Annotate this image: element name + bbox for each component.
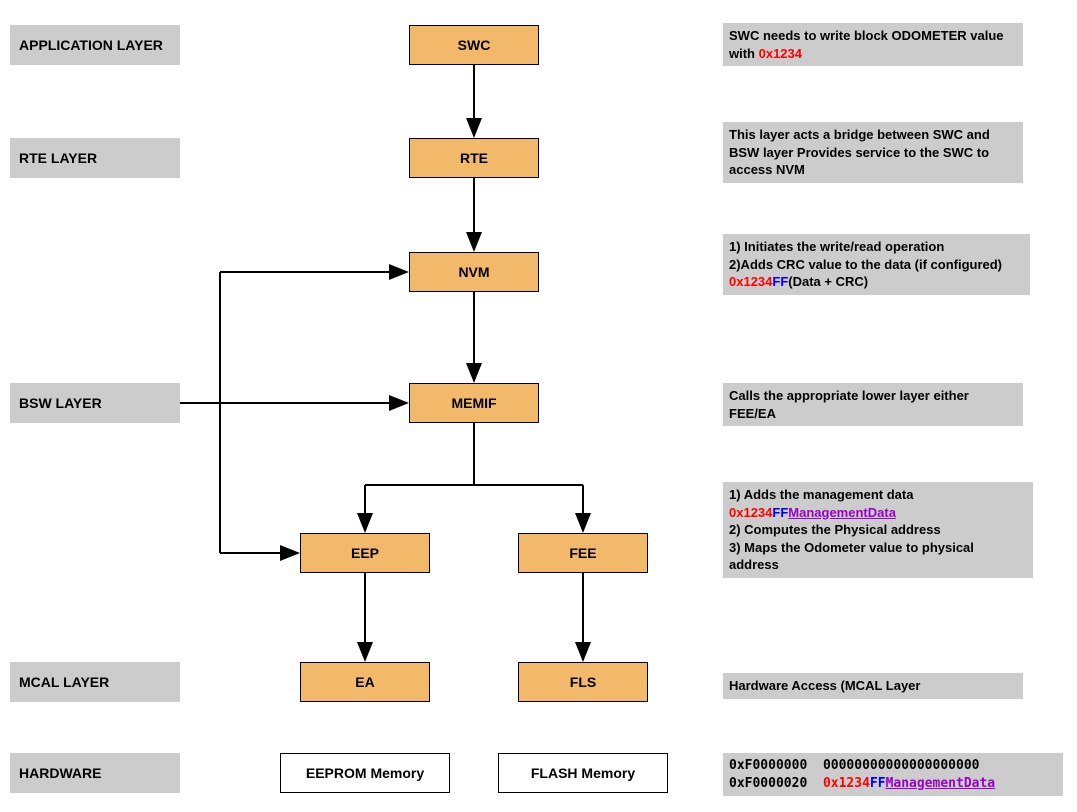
- note-nvm-b: 2)Adds CRC value to the data (if configu…: [729, 257, 1002, 272]
- note-swc: SWC needs to write block ODOMETER value …: [723, 23, 1023, 66]
- note-fee-c: 3) Maps the Odometer value to physical a…: [729, 540, 974, 573]
- layer-mcal-text: MCAL LAYER: [19, 674, 109, 690]
- block-fls: FLS: [518, 662, 648, 702]
- note-hw-hex: 0x1234: [823, 776, 870, 791]
- layer-mcal: MCAL LAYER: [10, 662, 180, 702]
- note-rte-text: This layer acts a bridge between SWC and…: [729, 127, 990, 177]
- layer-rte: RTE LAYER: [10, 138, 180, 178]
- block-eeprom: EEPROM Memory: [280, 753, 450, 793]
- note-fee-ff: FF: [772, 505, 788, 520]
- block-rte-text: RTE: [460, 150, 488, 166]
- note-nvm-a: 1) Initiates the write/read operation: [729, 239, 944, 254]
- block-fls-text: FLS: [570, 674, 596, 690]
- block-nvm-text: NVM: [458, 264, 489, 280]
- note-fee-b: 2) Computes the Physical address: [729, 522, 941, 537]
- block-fee: FEE: [518, 533, 648, 573]
- note-hw-mgmt: ManagementData: [886, 776, 996, 791]
- note-nvm-hex: 0x1234: [729, 274, 772, 289]
- block-swc-text: SWC: [458, 37, 491, 53]
- block-swc: SWC: [409, 25, 539, 65]
- block-memif: MEMIF: [409, 383, 539, 423]
- note-memif: Calls the appropriate lower layer either…: [723, 383, 1023, 426]
- block-eeprom-text: EEPROM Memory: [306, 765, 424, 781]
- block-eep-text: EEP: [351, 545, 379, 561]
- layer-hardware-text: HARDWARE: [19, 765, 101, 781]
- block-fee-text: FEE: [569, 545, 596, 561]
- layer-hardware: HARDWARE: [10, 753, 180, 793]
- block-rte: RTE: [409, 138, 539, 178]
- note-rte: This layer acts a bridge between SWC and…: [723, 122, 1023, 183]
- note-fee-a: 1) Adds the management data: [729, 487, 913, 502]
- note-nvm-c: (Data + CRC): [788, 274, 868, 289]
- block-flash-text: FLASH Memory: [531, 765, 635, 781]
- block-eep: EEP: [300, 533, 430, 573]
- layer-rte-text: RTE LAYER: [19, 150, 97, 166]
- note-hw-addr1: 0xF0000000: [729, 758, 807, 773]
- note-mcal-text: Hardware Access (MCAL Layer: [729, 678, 920, 693]
- note-hw-addr2: 0xF0000020: [729, 776, 807, 791]
- note-hw-zeros: 00000000000000000000: [823, 758, 980, 773]
- block-ea: EA: [300, 662, 430, 702]
- layer-bsw-text: BSW LAYER: [19, 395, 102, 411]
- block-memif-text: MEMIF: [451, 395, 496, 411]
- note-nvm-ff: FF: [772, 274, 788, 289]
- note-nvm: 1) Initiates the write/read operation 2)…: [723, 234, 1030, 295]
- block-ea-text: EA: [355, 674, 374, 690]
- note-hardware: 0xF0000000 00000000000000000000 0xF00000…: [723, 753, 1063, 796]
- note-hw-ff: FF: [870, 776, 886, 791]
- layer-application-text: APPLICATION LAYER: [19, 37, 163, 53]
- note-fee-mgmt: ManagementData: [788, 505, 896, 520]
- note-swc-hex: 0x1234: [759, 46, 802, 61]
- note-fee-hex: 0x1234: [729, 505, 772, 520]
- note-memif-text: Calls the appropriate lower layer either…: [729, 388, 969, 421]
- layer-application: APPLICATION LAYER: [10, 25, 180, 65]
- layer-bsw: BSW LAYER: [10, 383, 180, 423]
- note-fee: 1) Adds the management data 0x1234FFMana…: [723, 482, 1033, 578]
- note-mcal: Hardware Access (MCAL Layer: [723, 673, 1023, 699]
- block-nvm: NVM: [409, 252, 539, 292]
- block-flash: FLASH Memory: [498, 753, 668, 793]
